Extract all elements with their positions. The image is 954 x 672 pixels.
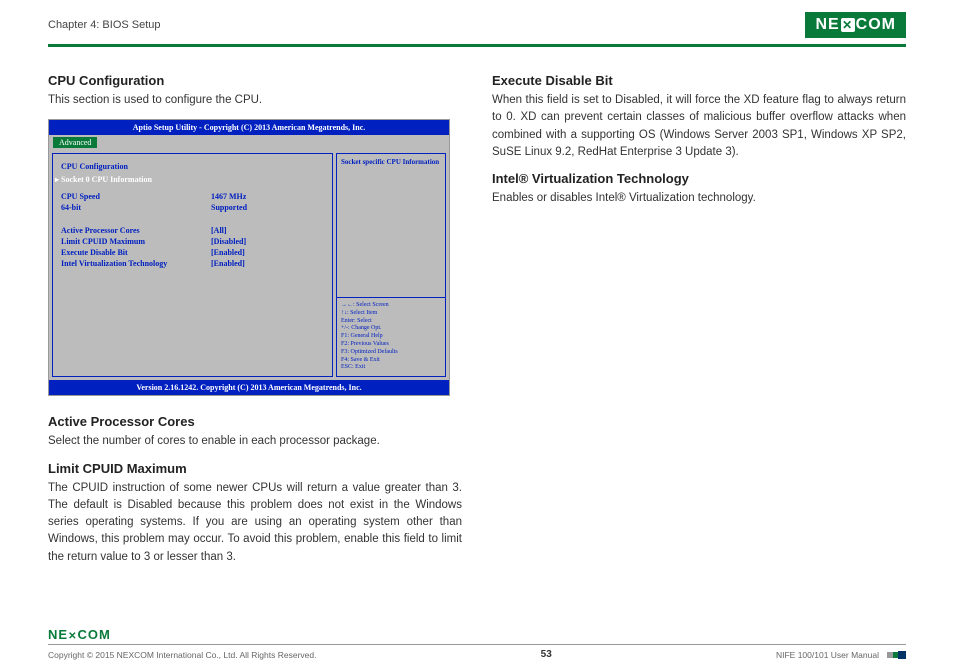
key-hint: +/-: Change Opt. [341, 325, 441, 333]
key-hint: →←: Select Screen [341, 302, 441, 310]
edb-heading: Execute Disable Bit [492, 73, 906, 88]
key-hint: F2: Previous Values [341, 341, 441, 349]
row-label: Active Processor Cores [61, 226, 211, 235]
bios-section-heading: CPU Configuration [61, 162, 324, 171]
ivt-heading: Intel® Virtualization Technology [492, 171, 906, 186]
edb-desc: When this field is set to Disabled, it w… [492, 92, 906, 161]
bios-titlebar: Aptio Setup Utility - Copyright (C) 2013… [49, 120, 449, 135]
row-label: CPU Speed [61, 192, 211, 201]
bios-tab-advanced: Advanced [53, 137, 97, 148]
row-value: [Enabled] [211, 259, 245, 268]
apc-heading: Active Processor Cores [48, 414, 462, 429]
row-value: [Enabled] [211, 248, 245, 257]
header-rule [48, 44, 906, 47]
copyright-text: Copyright © 2015 NEXCOM International Co… [48, 650, 316, 660]
row-label: Intel Virtualization Technology [61, 259, 211, 268]
key-hint: F3: Optimized Defaults [341, 349, 441, 357]
lcm-desc: The CPUID instruction of some newer CPUs… [48, 480, 462, 566]
row-label: Execute Disable Bit [61, 248, 211, 257]
cpu-config-heading: CPU Configuration [48, 73, 462, 88]
row-label: 64-bit [61, 203, 211, 212]
bios-main-panel: CPU Configuration ▸ Socket 0 CPU Informa… [52, 153, 333, 377]
bios-screenshot: Aptio Setup Utility - Copyright (C) 2013… [48, 119, 450, 396]
bios-tabs: Advanced [49, 135, 449, 150]
logo-post: COM [856, 16, 896, 34]
key-hint: Enter: Select [341, 318, 441, 326]
manual-name: NIFE 100/101 User Manual [776, 650, 879, 660]
lcm-heading: Limit CPUID Maximum [48, 461, 462, 476]
row-value: 1467 MHz [211, 192, 246, 201]
key-hint: F4: Save & Exit [341, 357, 441, 365]
logo-x-icon: ✕ [841, 18, 855, 32]
row-value: [Disabled] [211, 237, 246, 246]
bios-keys-panel: →←: Select Screen ↑↓: Select Item Enter:… [336, 298, 446, 377]
chapter-title: Chapter 4: BIOS Setup [48, 19, 161, 31]
cpu-config-intro: This section is used to configure the CP… [48, 92, 462, 109]
footer-deco-icon [887, 651, 906, 659]
footer-logo: NE✕COM [48, 627, 906, 642]
bios-socket-line: ▸ Socket 0 CPU Information [55, 175, 324, 184]
bios-help-panel: Socket specific CPU Information [336, 153, 446, 298]
logo-pre: NE [815, 16, 839, 34]
footer-rule [48, 644, 906, 645]
nexcom-logo: NE ✕ COM [805, 12, 906, 38]
apc-desc: Select the number of cores to enable in … [48, 433, 462, 450]
row-value: [All] [211, 226, 227, 235]
row-value: Supported [211, 203, 247, 212]
bios-footer: Version 2.16.1242. Copyright (C) 2013 Am… [49, 380, 449, 395]
key-hint: F1: General Help [341, 333, 441, 341]
page-number: 53 [541, 649, 552, 660]
key-hint: ESC: Exit [341, 364, 441, 372]
key-hint: ↑↓: Select Item [341, 310, 441, 318]
ivt-desc: Enables or disables Intel® Virtualizatio… [492, 190, 906, 207]
row-label: Limit CPUID Maximum [61, 237, 211, 246]
